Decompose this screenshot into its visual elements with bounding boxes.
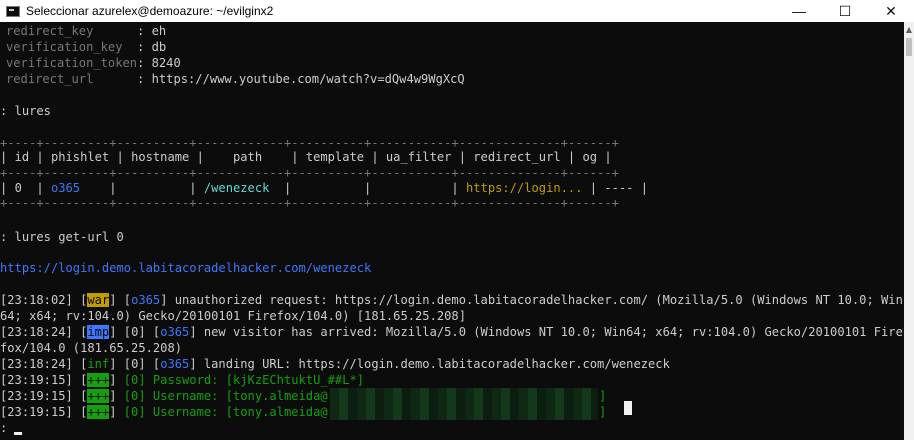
- table-header-row: | id | phishlet | hostname | path | temp…: [0, 150, 612, 164]
- command-line: : lures: [0, 104, 51, 118]
- param-line: verification_key : db: [6, 40, 167, 54]
- close-icon[interactable]: ✕: [868, 0, 914, 22]
- window-title: Seleccionar azurelex@demoazure: ~/evilgi…: [26, 4, 274, 18]
- minimize-icon[interactable]: —: [776, 0, 822, 22]
- important-tag: imp: [87, 325, 110, 339]
- window-bottom-edge: [0, 440, 914, 444]
- command-line: : lures get-url 0: [0, 230, 124, 244]
- prompt: :: [0, 421, 8, 435]
- table-border: +----+---------+----------+------------+…: [0, 166, 619, 180]
- warning-tag: war: [87, 293, 110, 307]
- log-line: [23:18:24] [imp] [0] [o365] new visitor …: [0, 325, 903, 339]
- log-line: [23:18:02] [war] [o365] unauthorized req…: [0, 293, 903, 307]
- text-cursor: [14, 432, 22, 435]
- window-titlebar[interactable]: Seleccionar azurelex@demoazure: ~/evilgi…: [0, 0, 914, 22]
- log-line: [23:19:15] [+++] [0] Username: [tony.alm…: [0, 389, 328, 403]
- success-tag: +++: [87, 373, 110, 387]
- log-line: fox/104.0 (181.65.25.208): [0, 341, 183, 355]
- scroll-thumb[interactable]: [906, 38, 912, 56]
- success-tag: +++: [87, 405, 110, 419]
- vertical-scrollbar[interactable]: ▲: [904, 22, 914, 440]
- log-line: [23:19:15] [+++] [0] Password: [kjKzECht…: [0, 373, 365, 387]
- table-row: | 0 | o365 | | /wenezeck | | | https://l…: [0, 181, 649, 195]
- log-line-end: ]: [599, 405, 607, 419]
- terminal-output[interactable]: redirect_key : eh verification_key : db …: [0, 22, 904, 440]
- log-line: 64; x64; rv:104.0) Gecko/20100101 Firefo…: [0, 309, 466, 323]
- log-line: [23:19:15] [+++] [0] Username: [tony.alm…: [0, 405, 328, 419]
- selection-cursor: [624, 401, 632, 415]
- param-line: redirect_url : https://www.youtube.com/w…: [6, 72, 465, 86]
- param-line: verification_token: 8240: [6, 56, 181, 70]
- log-line-end: ]: [599, 389, 607, 403]
- terminal-app-icon: [6, 5, 20, 17]
- scroll-up-arrow-icon[interactable]: ▲: [904, 26, 914, 36]
- redacted-block: [330, 404, 598, 420]
- maximize-icon[interactable]: ☐: [822, 0, 868, 22]
- info-tag: inf: [87, 357, 110, 371]
- param-line: redirect_key : eh: [6, 24, 167, 38]
- lure-url: https://login.demo.labitacoradelhacker.c…: [0, 261, 372, 275]
- table-border: +----+---------+----------+------------+…: [0, 196, 619, 210]
- success-tag: +++: [87, 389, 110, 403]
- redacted-block: [330, 388, 598, 404]
- log-line: [23:18:24] [inf] [0] [o365] landing URL:…: [0, 357, 670, 371]
